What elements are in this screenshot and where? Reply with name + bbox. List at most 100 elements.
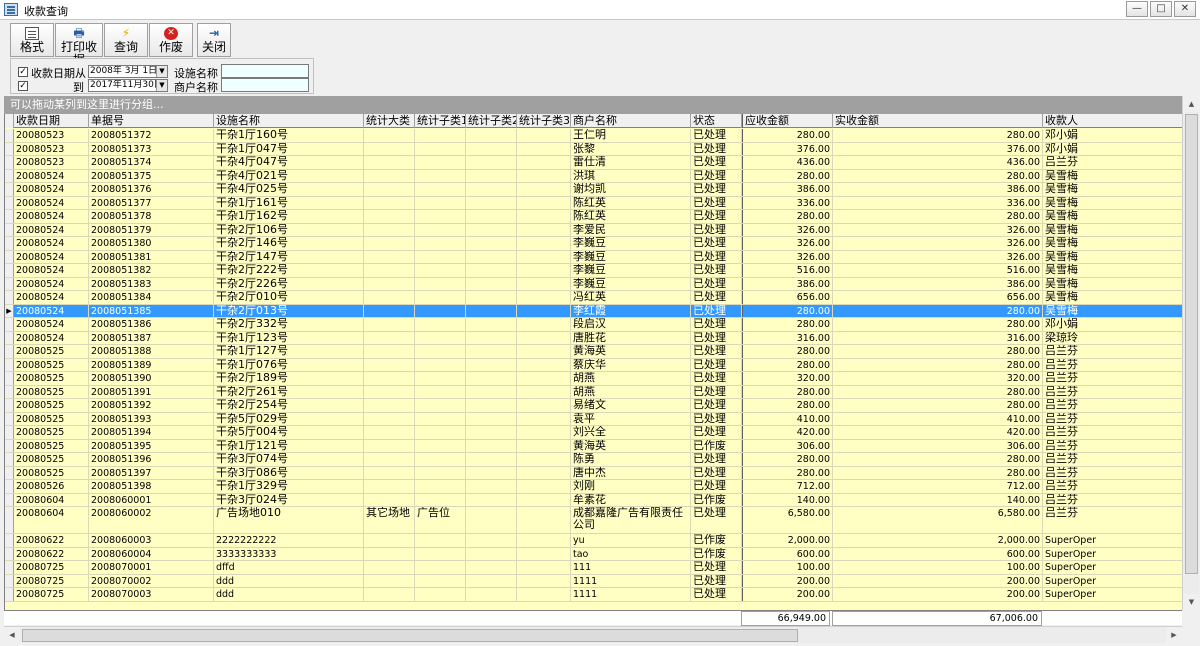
- table-row[interactable]: 20080525 2008051396 干杂3厅074号 陈勇 已处理 280.00 280…: [5, 453, 1182, 467]
- table-row[interactable]: 20080525 2008051397 干杂3厅086号 唐中杰 已处理 280.00 28…: [5, 466, 1182, 480]
- row-indicator[interactable]: [5, 129, 14, 142]
- row-indicator[interactable]: [5, 223, 14, 236]
- row-indicator[interactable]: [5, 507, 14, 533]
- table-row[interactable]: 20080525 2008051391 干杂2厅261号 胡燕 已处理 280.00 280…: [5, 385, 1182, 399]
- table-row[interactable]: 20080525 2008051389 干杂1厅076号 蔡庆华 已处理 280.00 28…: [5, 358, 1182, 372]
- table-row[interactable]: 20080524 2008051382 干杂2厅222号 李巍豆 已处理 516.00 51…: [5, 264, 1182, 278]
- header-col-receivable[interactable]: 应收金额: [742, 114, 833, 128]
- row-indicator[interactable]: [5, 345, 14, 358]
- row-indicator[interactable]: [5, 534, 14, 547]
- table-row[interactable]: 20080604 2008060002 广告场地010 其它场地 广告位 成都嘉隆广告有限…: [5, 507, 1182, 534]
- table-row[interactable]: 20080622 2008060003 2222222222 yu 已作废 2,000.0…: [5, 534, 1182, 548]
- header-col-subcategory-1[interactable]: 统计子类1: [415, 114, 466, 128]
- print-receipt-button[interactable]: 🖶 打印收据: [55, 23, 103, 67]
- table-row[interactable]: 20080524 2008051378 干杂1厅162号 陈红英 已处理 280.00 28…: [5, 210, 1182, 224]
- query-button[interactable]: ⚡ 查询: [104, 23, 148, 57]
- row-indicator[interactable]: [5, 156, 14, 169]
- table-row[interactable]: 20080525 2008051395 干杂1厅121号 黄海英 已作废 306.00 30…: [5, 439, 1182, 453]
- row-indicator[interactable]: ▶: [5, 304, 14, 317]
- row-indicator[interactable]: [5, 331, 14, 344]
- date-from-checkbox[interactable]: ✓: [18, 67, 28, 77]
- format-button[interactable]: 格式: [10, 23, 54, 57]
- table-row[interactable]: 20080524 2008051383 干杂2厅226号 李巍豆 已处理 386.00 38…: [5, 277, 1182, 291]
- row-indicator[interactable]: [5, 574, 14, 587]
- table-row[interactable]: 20080524 2008051375 干杂4厅021号 洪琪 已处理 280.00 280…: [5, 169, 1182, 183]
- facility-input[interactable]: [221, 64, 309, 78]
- header-col-subcategory-2[interactable]: 统计子类2: [466, 114, 517, 128]
- row-indicator[interactable]: [5, 358, 14, 371]
- table-row[interactable]: 20080524 2008051380 干杂2厅146号 李巍豆 已处理 326.00 32…: [5, 237, 1182, 251]
- horizontal-scroll-thumb[interactable]: [22, 629, 798, 642]
- table-row[interactable]: 20080524 2008051381 干杂2厅147号 李巍豆 已处理 326.00 32…: [5, 250, 1182, 264]
- row-indicator[interactable]: [5, 372, 14, 385]
- group-by-panel[interactable]: 可以拖动某列到这里进行分组...: [4, 96, 1182, 114]
- header-col-receipt-no[interactable]: 单据号: [89, 114, 214, 128]
- vertical-scrollbar[interactable]: ▲ ▼: [1182, 96, 1200, 610]
- table-row[interactable]: 20080524 2008051384 干杂2厅010号 冯红英 已处理 656.00 65…: [5, 291, 1182, 305]
- table-row[interactable]: 20080725 2008070001 dffd 111 已处理 100.00 100.00…: [5, 561, 1182, 575]
- row-indicator[interactable]: [5, 453, 14, 466]
- row-indicator[interactable]: [5, 385, 14, 398]
- table-row[interactable]: 20080725 2008070003 ddd 1111 已处理 200.00 200.00…: [5, 588, 1182, 602]
- vertical-scroll-thumb[interactable]: [1185, 114, 1198, 574]
- table-row[interactable]: 20080524 2008051387 干杂1厅123号 唐胜花 已处理 316.00 31…: [5, 331, 1182, 345]
- scroll-down-icon[interactable]: ▼: [1183, 594, 1200, 610]
- table-row[interactable]: 20080525 2008051393 干杂5厅029号 袁平 已处理 410.00 410…: [5, 412, 1182, 426]
- chevron-down-icon[interactable]: ▼: [156, 80, 167, 91]
- row-indicator[interactable]: [5, 426, 14, 439]
- scroll-left-icon[interactable]: ◀: [4, 627, 20, 644]
- row-indicator[interactable]: [5, 142, 14, 155]
- row-indicator[interactable]: [5, 264, 14, 277]
- row-indicator[interactable]: [5, 561, 14, 574]
- table-row[interactable]: 20080524 2008051386 干杂2厅332号 段启汉 已处理 280.00 28…: [5, 318, 1182, 332]
- row-indicator[interactable]: [5, 547, 14, 560]
- row-indicator[interactable]: [5, 480, 14, 493]
- header-col-subcategory-3[interactable]: 统计子类3: [517, 114, 571, 128]
- header-col-merchant[interactable]: 商户名称: [571, 114, 691, 128]
- row-indicator[interactable]: [5, 169, 14, 182]
- close-window-button[interactable]: ✕: [1174, 1, 1196, 17]
- table-row[interactable]: ▶ 20080524 2008051385 干杂2厅013号 李红霞 已处理 280.00 2…: [5, 304, 1182, 318]
- table-row[interactable]: 20080524 2008051376 干杂4厅025号 谢均凯 已处理 386.00 38…: [5, 183, 1182, 197]
- table-row[interactable]: 20080523 2008051372 干杂1厅160号 王仁明 已处理 280.00 28…: [5, 129, 1182, 143]
- table-row[interactable]: 20080523 2008051374 干杂4厅047号 雷仕清 已处理 436.00 43…: [5, 156, 1182, 170]
- void-button[interactable]: ✕ 作废: [149, 23, 193, 57]
- table-row[interactable]: 20080523 2008051373 干杂1厅047号 张黎 已处理 376.00 376…: [5, 142, 1182, 156]
- row-indicator[interactable]: [5, 439, 14, 452]
- row-indicator[interactable]: [5, 466, 14, 479]
- row-indicator[interactable]: [5, 196, 14, 209]
- row-indicator[interactable]: [5, 412, 14, 425]
- row-indicator[interactable]: [5, 237, 14, 250]
- date-to-checkbox[interactable]: ✓: [18, 81, 28, 91]
- table-row[interactable]: 20080525 2008051392 干杂2厅254号 易绪文 已处理 280.00 28…: [5, 399, 1182, 413]
- header-col-facility[interactable]: 设施名称: [214, 114, 364, 128]
- date-from-picker[interactable]: 2008年 3月 1日 ▼: [88, 65, 168, 78]
- chevron-down-icon[interactable]: ▼: [156, 66, 167, 77]
- row-indicator[interactable]: [5, 588, 14, 601]
- merchant-input[interactable]: [221, 78, 309, 92]
- table-row[interactable]: 20080622 2008060004 3333333333 tao 已作废 600.00…: [5, 547, 1182, 561]
- row-indicator[interactable]: [5, 183, 14, 196]
- row-indicator[interactable]: [5, 291, 14, 304]
- row-indicator[interactable]: [5, 493, 14, 506]
- scroll-up-icon[interactable]: ▲: [1183, 96, 1200, 112]
- row-indicator[interactable]: [5, 250, 14, 263]
- table-row[interactable]: 20080525 2008051388 干杂1厅127号 黄海英 已处理 280.00 28…: [5, 345, 1182, 359]
- row-indicator[interactable]: [5, 399, 14, 412]
- table-row[interactable]: 20080524 2008051379 干杂2厅106号 李爱民 已处理 326.00 32…: [5, 223, 1182, 237]
- minimize-button[interactable]: —: [1126, 1, 1148, 17]
- header-col-status[interactable]: 状态: [691, 114, 742, 128]
- table-row[interactable]: 20080526 2008051398 干杂1厅329号 刘刚 已处理 712.00 712…: [5, 480, 1182, 494]
- maximize-button[interactable]: □: [1150, 1, 1172, 17]
- row-indicator[interactable]: [5, 277, 14, 290]
- horizontal-scrollbar[interactable]: ◀ ▶: [4, 626, 1182, 644]
- table-row[interactable]: 20080524 2008051377 干杂1厅161号 陈红英 已处理 336.00 33…: [5, 196, 1182, 210]
- row-indicator[interactable]: [5, 318, 14, 331]
- header-col-category[interactable]: 统计大类: [364, 114, 415, 128]
- header-col-collector[interactable]: 收款人: [1043, 114, 1182, 128]
- close-button[interactable]: ⇥ 关闭: [197, 23, 231, 57]
- scroll-right-icon[interactable]: ▶: [1166, 627, 1182, 644]
- table-row[interactable]: 20080725 2008070002 ddd 1111 已处理 200.00 200.00…: [5, 574, 1182, 588]
- header-col-received[interactable]: 实收金额: [833, 114, 1043, 128]
- table-row[interactable]: 20080525 2008051390 干杂2厅189号 胡燕 已处理 320.00 320…: [5, 372, 1182, 386]
